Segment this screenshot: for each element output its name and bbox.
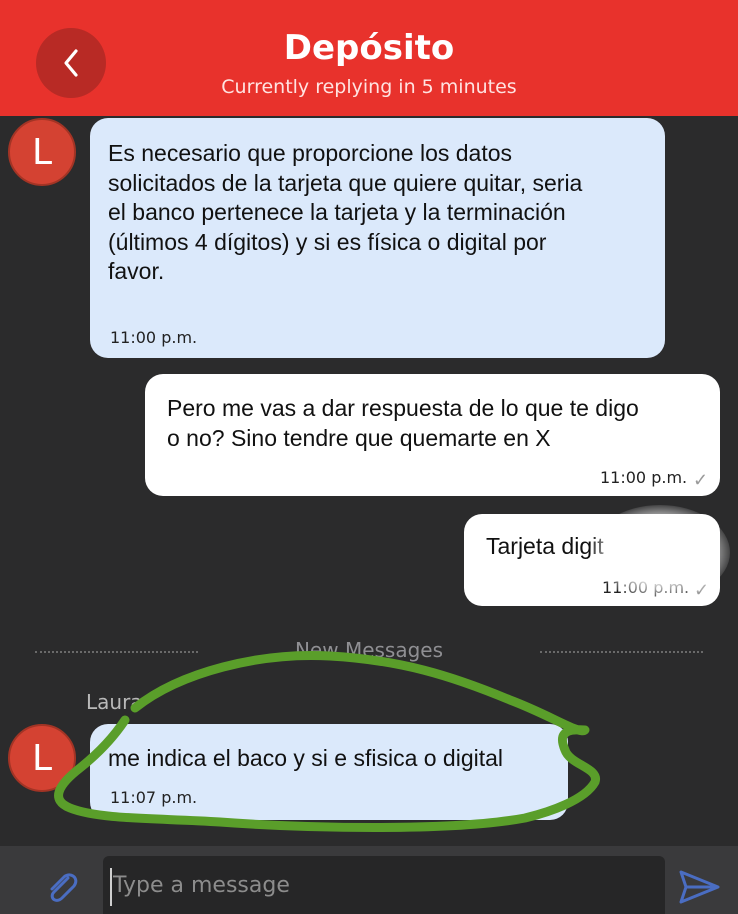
agent-avatar[interactable]: L [8, 118, 76, 186]
chat-header: Depósito Currently replying in 5 minutes [0, 0, 738, 116]
message-input[interactable] [103, 856, 665, 914]
message-time: 11:07 p.m. [110, 788, 198, 807]
send-icon[interactable] [678, 868, 720, 906]
agent-avatar[interactable]: L [8, 724, 76, 792]
message-time: 11:00 p.m. [600, 468, 688, 487]
message-text: Pero me vas a dar respuesta de lo que te… [167, 395, 639, 451]
divider-line-right [540, 651, 703, 653]
sender-name: Laura [86, 690, 143, 714]
message-bubble-incoming[interactable]: Es necesario que proporcione los datos s… [90, 118, 665, 358]
message-text: me indica el baco y si e sfisica o digit… [108, 745, 504, 771]
text-caret [110, 868, 112, 906]
message-time: 11:00 p.m. [110, 328, 198, 347]
chat-title: Depósito [283, 28, 455, 68]
message-text: Tarjeta digit [486, 533, 604, 559]
check-icon: ✓ [693, 470, 709, 490]
screen-glare [590, 505, 730, 600]
message-text: Es necesario que proporcione los datos s… [108, 140, 583, 284]
reply-time-status: Currently replying in 5 minutes [221, 76, 517, 98]
new-messages-divider: New Messages [294, 638, 444, 662]
paperclip-icon[interactable] [44, 870, 80, 906]
message-bubble-outgoing[interactable]: Pero me vas a dar respuesta de lo que te… [145, 374, 720, 496]
message-bubble-incoming[interactable]: me indica el baco y si e sfisica o digit… [90, 724, 568, 820]
